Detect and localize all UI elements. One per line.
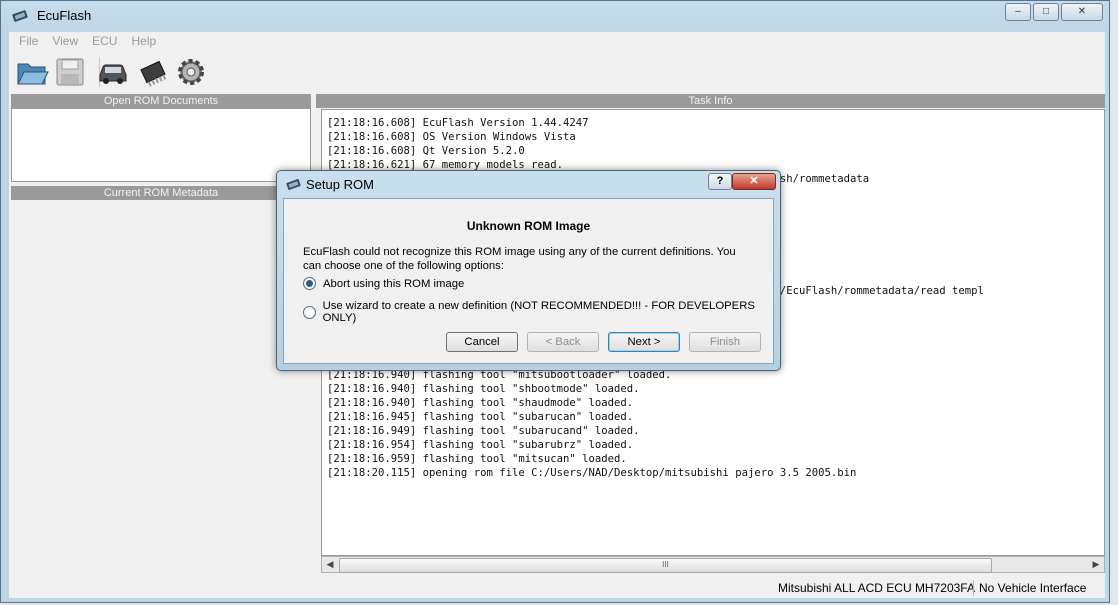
- log-line: [21:18:16.608] Qt Version 5.2.0: [327, 145, 525, 157]
- chip-icon[interactable]: [136, 55, 170, 89]
- log-line: [21:18:16.608] EcuFlash Version 1.44.424…: [327, 117, 589, 129]
- minimize-button[interactable]: –: [1005, 3, 1031, 21]
- log-line: [21:18:16.608] OS Version Windows Vista: [327, 131, 576, 143]
- toolbar: [9, 51, 1105, 94]
- setup-rom-dialog: Setup ROM ? ✕ Unknown ROM Image EcuFlash…: [276, 170, 781, 371]
- cancel-button[interactable]: Cancel: [446, 332, 518, 352]
- menu-help[interactable]: Help: [131, 32, 156, 51]
- menu-view[interactable]: View: [52, 32, 78, 51]
- option-abort[interactable]: Abort using this ROM image: [303, 277, 464, 290]
- horizontal-scrollbar[interactable]: ◀ III ▶: [321, 556, 1105, 573]
- log-line: [21:18:16.959] flashing tool "mitsucan" …: [327, 453, 627, 465]
- dialog-close-button[interactable]: ✕: [732, 173, 776, 190]
- scroll-thumb[interactable]: III: [339, 558, 992, 573]
- help-button[interactable]: ?: [708, 173, 732, 190]
- open-rom-documents-list[interactable]: [11, 108, 311, 182]
- status-bar: Mitsubishi ALL ACD ECU MH7203FA No Vehic…: [9, 578, 1105, 598]
- finish-button[interactable]: Finish: [689, 332, 761, 352]
- option-abort-label: Abort using this ROM image: [323, 277, 465, 290]
- open-rom-documents-header: Open ROM Documents: [11, 94, 311, 108]
- radio-wizard[interactable]: [303, 305, 316, 319]
- log-line: [21:18:16.940] flashing tool "shbootmode…: [327, 383, 640, 395]
- option-wizard-label: Use wizard to create a new definition (N…: [322, 300, 755, 324]
- status-interface: No Vehicle Interface: [973, 580, 1086, 596]
- log-line: [21:18:20.115] opening rom file C:/Users…: [327, 467, 857, 479]
- window-title: EcuFlash: [37, 8, 92, 23]
- ecu-chip-icon: [286, 179, 301, 190]
- option-wizard[interactable]: Use wizard to create a new definition (N…: [303, 300, 773, 324]
- log-line: [21:18:16.940] flashing tool "shaudmode"…: [327, 397, 634, 409]
- car-icon[interactable]: [96, 55, 130, 89]
- menu-file[interactable]: File: [19, 32, 38, 51]
- title-bar: EcuFlash – □ ✕: [1, 1, 1109, 31]
- current-rom-metadata-panel: [11, 200, 311, 575]
- save-icon[interactable]: [53, 55, 87, 89]
- menu-ecu[interactable]: ECU: [92, 32, 117, 51]
- dialog-title: Setup ROM: [306, 177, 374, 192]
- dialog-body: Unknown ROM Image EcuFlash could not rec…: [283, 198, 774, 364]
- gear-icon[interactable]: [174, 55, 208, 89]
- scroll-right-arrow-icon[interactable]: ▶: [1088, 557, 1104, 572]
- dialog-heading: Unknown ROM Image: [466, 219, 591, 233]
- dialog-description: EcuFlash could not recognize this ROM im…: [303, 246, 736, 272]
- status-ecu: Mitsubishi ALL ACD ECU MH7203FA: [778, 581, 975, 595]
- ecu-chip-icon: [12, 10, 28, 22]
- task-info-header: Task Info: [316, 94, 1105, 108]
- menu-bar: File View ECU Help: [9, 32, 1105, 51]
- radio-abort[interactable]: [303, 277, 316, 290]
- current-rom-metadata-header: Current ROM Metadata: [11, 186, 311, 200]
- scroll-left-arrow-icon[interactable]: ◀: [322, 557, 338, 572]
- log-line: [21:18:16.954] flashing tool "subarubrz"…: [327, 439, 634, 451]
- next-button[interactable]: Next >: [608, 332, 680, 352]
- log-line: [21:18:16.949] flashing tool "subarucand…: [327, 425, 640, 437]
- open-folder-icon[interactable]: [15, 55, 49, 89]
- close-button[interactable]: ✕: [1061, 3, 1103, 21]
- log-line: [21:18:16.945] flashing tool "subarucan"…: [327, 411, 634, 423]
- maximize-button[interactable]: □: [1033, 3, 1059, 21]
- caption-buttons: – □ ✕: [1005, 3, 1103, 21]
- back-button[interactable]: < Back: [527, 332, 599, 352]
